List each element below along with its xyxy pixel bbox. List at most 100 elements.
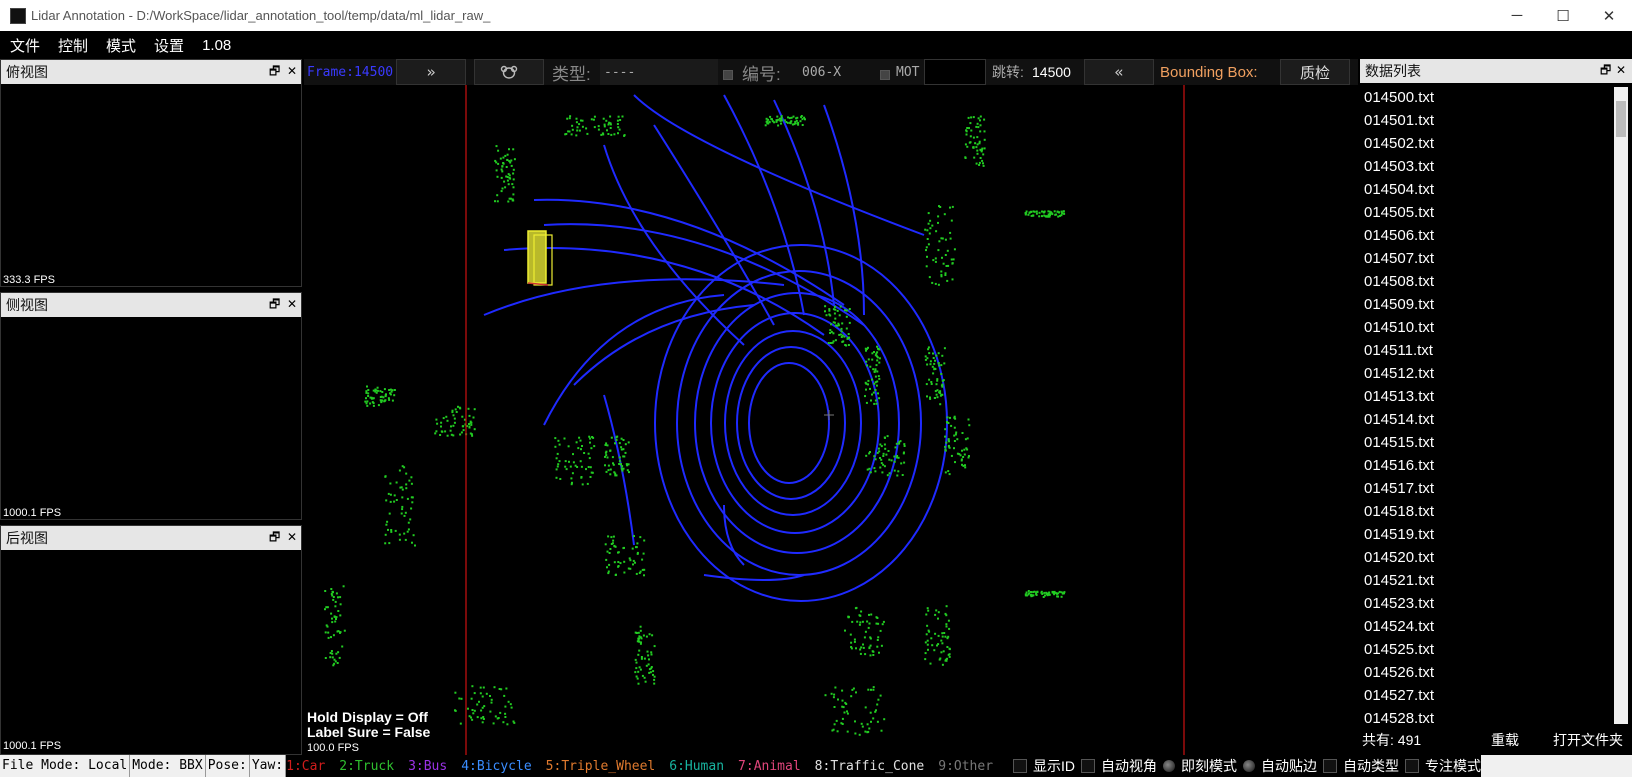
lidar-point xyxy=(953,434,956,437)
lidar-point xyxy=(636,677,639,680)
option-toggle[interactable]: 自动贴边 xyxy=(1243,755,1318,777)
minimize-button[interactable]: ─ xyxy=(1494,0,1540,31)
category-2[interactable]: 2:Truck xyxy=(339,759,394,774)
category-5[interactable]: 5:Triple_Wheel xyxy=(546,759,656,774)
category-9[interactable]: 9:Other xyxy=(938,759,993,774)
file-list-item[interactable]: 014500.txt xyxy=(1360,86,1612,109)
option-toggle[interactable]: 自动视角 xyxy=(1081,755,1158,777)
file-list-item[interactable]: 014505.txt xyxy=(1360,201,1612,224)
category-4[interactable]: 4:Bicycle xyxy=(461,759,531,774)
file-list-item[interactable]: 014502.txt xyxy=(1360,132,1612,155)
mot-input[interactable] xyxy=(924,59,986,85)
file-list-item[interactable]: 014508.txt xyxy=(1360,270,1612,293)
file-list-item[interactable]: 014516.txt xyxy=(1360,454,1612,477)
option-toggle[interactable]: 显示ID xyxy=(1013,755,1076,777)
file-list-item[interactable]: 014510.txt xyxy=(1360,316,1612,339)
lidar-point xyxy=(614,472,617,475)
file-list-item[interactable]: 014511.txt xyxy=(1360,339,1612,362)
point-cloud-view[interactable]: Hold Display = Off Label Sure = False 10… xyxy=(304,85,1358,755)
file-list-item[interactable]: 014512.txt xyxy=(1360,362,1612,385)
reload-button[interactable]: 重载 xyxy=(1470,730,1540,750)
category-7[interactable]: 7:Animal xyxy=(738,759,801,774)
maximize-button[interactable]: ☐ xyxy=(1540,0,1586,31)
type-input[interactable]: ---- xyxy=(600,59,718,85)
float-icon[interactable]: 🗗 xyxy=(269,530,280,544)
close-icon[interactable]: ✕ xyxy=(287,530,297,544)
file-list-item[interactable]: 014503.txt xyxy=(1360,155,1612,178)
option-toggle[interactable]: 自动类型 xyxy=(1323,755,1400,777)
menu-version[interactable]: 1.08 xyxy=(202,37,231,54)
lidar-point xyxy=(1061,212,1064,215)
radio-button[interactable] xyxy=(1243,760,1256,772)
jump-input[interactable]: 14500 xyxy=(1030,59,1082,85)
qc-button[interactable]: 质检 xyxy=(1280,59,1350,85)
menu-settings[interactable]: 设置 xyxy=(154,35,184,56)
file-list-item[interactable]: 014525.txt xyxy=(1360,638,1612,661)
file-list-item[interactable]: 014519.txt xyxy=(1360,523,1612,546)
option-toggle[interactable]: 专注模式 xyxy=(1405,755,1482,777)
lidar-point xyxy=(874,381,877,384)
file-list-item[interactable]: 014514.txt xyxy=(1360,408,1612,431)
lidar-point xyxy=(634,561,636,564)
float-icon[interactable]: 🗗 xyxy=(269,297,280,311)
file-list-item[interactable]: 014520.txt xyxy=(1360,546,1612,569)
close-icon[interactable]: ✕ xyxy=(287,64,297,78)
close-icon[interactable]: ✕ xyxy=(1616,63,1626,77)
file-list-scrollbar[interactable] xyxy=(1614,87,1628,724)
scrollbar-thumb[interactable] xyxy=(1616,101,1626,137)
file-list-item[interactable]: 014527.txt xyxy=(1360,684,1612,707)
lidar-point xyxy=(622,439,625,441)
category-8[interactable]: 8:Traffic_Cone xyxy=(815,759,925,774)
id-input[interactable]: 006-X xyxy=(800,59,870,85)
close-button[interactable]: ✕ xyxy=(1586,0,1632,31)
file-list-item[interactable]: 014517.txt xyxy=(1360,477,1612,500)
lidar-point xyxy=(579,439,582,442)
file-list-item[interactable]: 014524.txt xyxy=(1360,615,1612,638)
lidar-point xyxy=(635,572,638,575)
radio-button[interactable] xyxy=(1163,760,1176,772)
file-list-item[interactable]: 014501.txt xyxy=(1360,109,1612,132)
checkbox[interactable] xyxy=(1081,759,1096,773)
file-list-item[interactable]: 014506.txt xyxy=(1360,224,1612,247)
menu-control[interactable]: 控制 xyxy=(58,35,88,56)
float-icon[interactable]: 🗗 xyxy=(1600,63,1611,77)
lidar-point xyxy=(503,180,506,183)
bear-button[interactable] xyxy=(474,59,544,85)
file-list-item[interactable]: 014515.txt xyxy=(1360,431,1612,454)
lidar-point xyxy=(838,314,841,317)
file-list-item[interactable]: 014513.txt xyxy=(1360,385,1612,408)
type-checkbox[interactable] xyxy=(723,70,733,80)
file-list-item[interactable]: 014526.txt xyxy=(1360,661,1612,684)
bounding-box[interactable] xyxy=(527,230,553,286)
file-list[interactable]: 014500.txt 014501.txt 014502.txt 014503.txt… xyxy=(1360,86,1612,730)
menu-mode[interactable]: 模式 xyxy=(106,35,136,56)
file-list-item[interactable]: 014523.txt xyxy=(1360,592,1612,615)
lidar-point xyxy=(924,641,927,644)
float-icon[interactable]: 🗗 xyxy=(269,64,280,78)
lidar-point xyxy=(602,117,605,120)
file-list-item[interactable]: 014509.txt xyxy=(1360,293,1612,316)
checkbox[interactable] xyxy=(1323,759,1338,773)
lidar-point xyxy=(945,623,948,626)
category-3[interactable]: 3:Bus xyxy=(408,759,447,774)
menu-file[interactable]: 文件 xyxy=(10,35,40,56)
file-list-item[interactable]: 014507.txt xyxy=(1360,247,1612,270)
open-folder-button[interactable]: 打开文件夹 xyxy=(1548,730,1628,750)
file-list-item[interactable]: 014504.txt xyxy=(1360,178,1612,201)
category-6[interactable]: 6:Human xyxy=(669,759,724,774)
lidar-point xyxy=(851,620,854,623)
close-icon[interactable]: ✕ xyxy=(287,297,297,311)
option-toggle[interactable]: 即刻模式 xyxy=(1163,755,1238,777)
file-list-item[interactable]: 014518.txt xyxy=(1360,500,1612,523)
lidar-point xyxy=(485,692,488,695)
checkbox[interactable] xyxy=(1013,759,1028,773)
checkbox[interactable] xyxy=(1405,759,1420,773)
lidar-point xyxy=(570,477,573,480)
file-list-item[interactable]: 014521.txt xyxy=(1360,569,1612,592)
prev-frame-button[interactable]: « xyxy=(1084,59,1154,85)
lidar-point xyxy=(1047,210,1050,213)
next-frame-button[interactable]: » xyxy=(396,59,466,85)
lidar-point xyxy=(840,722,843,725)
mot-checkbox[interactable] xyxy=(880,70,890,80)
category-1[interactable]: 1:Car xyxy=(286,759,325,774)
